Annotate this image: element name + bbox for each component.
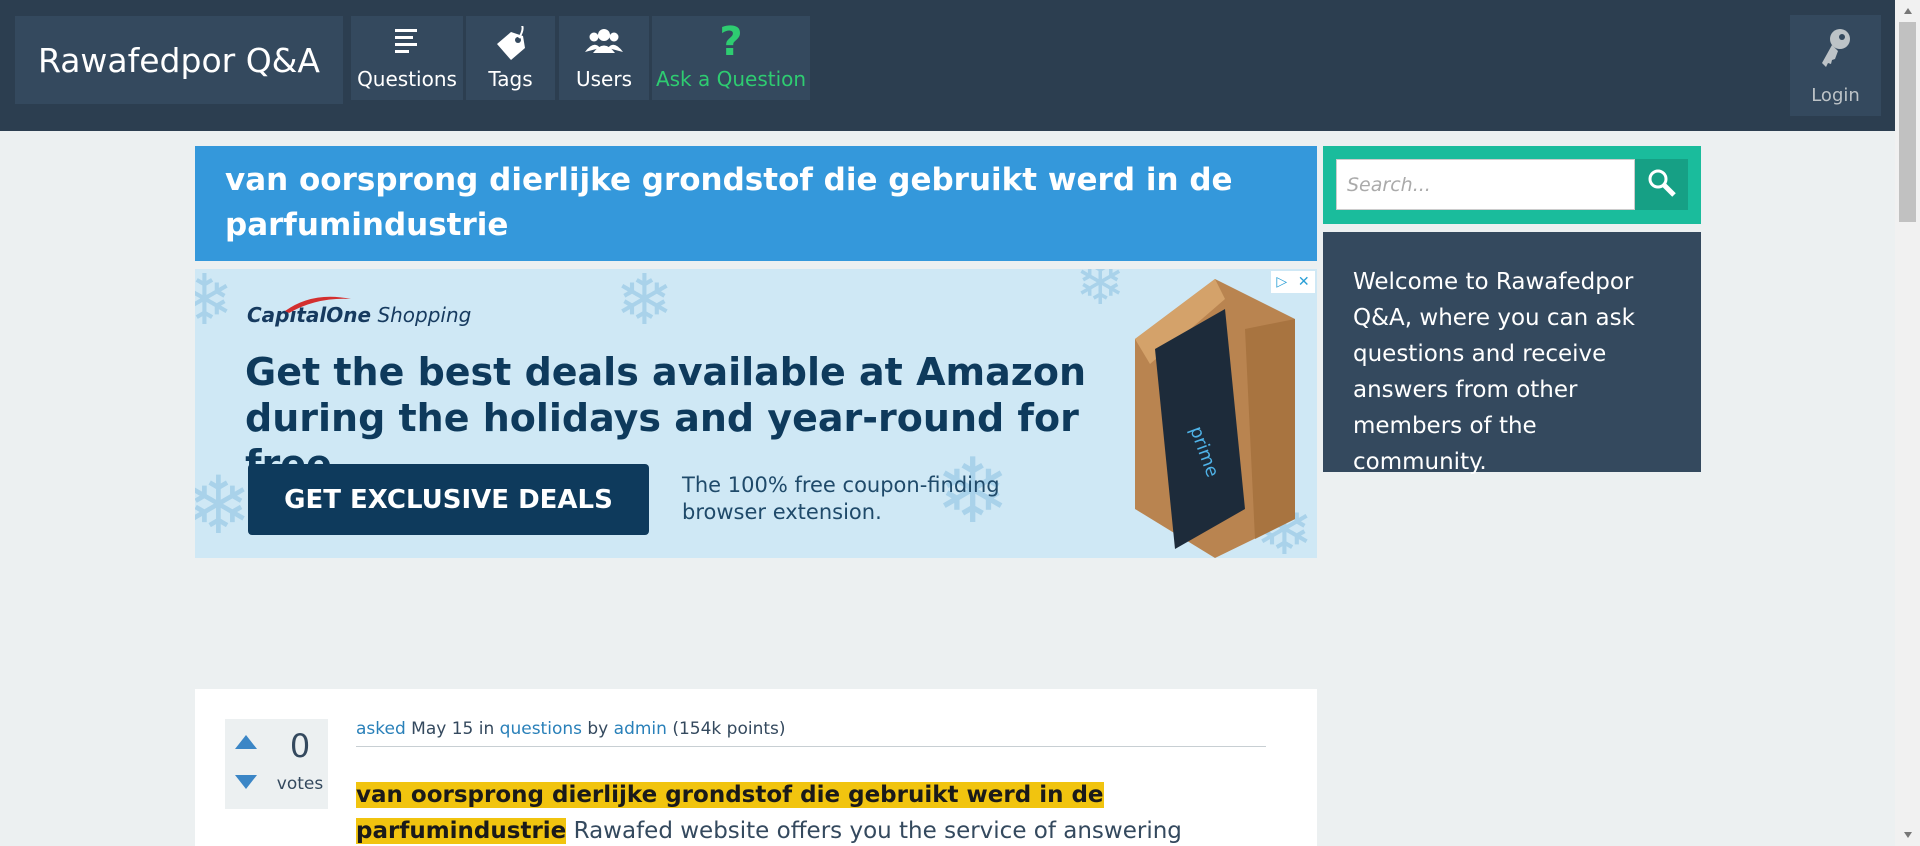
nav-tags-label: Tags: [488, 67, 533, 91]
meta-in: in: [478, 719, 495, 739]
login-button[interactable]: Login: [1790, 15, 1881, 116]
nav-ask-label: Ask a Question: [655, 67, 807, 91]
scroll-up-arrow-icon[interactable]: [1895, 2, 1920, 20]
ad-cta-button[interactable]: GET EXCLUSIVE DEALS: [248, 464, 649, 535]
key-icon: [1818, 27, 1854, 76]
vote-label: votes: [276, 774, 324, 794]
asked-date: May 15: [411, 719, 474, 739]
nav-ask-question[interactable]: ? Ask a Question: [652, 16, 810, 100]
scrollbar[interactable]: [1895, 0, 1920, 846]
list-icon: [392, 26, 422, 59]
close-icon[interactable]: ✕: [1298, 274, 1310, 290]
scroll-thumb[interactable]: [1899, 22, 1916, 222]
ad-brand-logo: CapitalOne Shopping: [247, 296, 471, 327]
vote-count: 0: [289, 727, 311, 765]
search-box: [1323, 146, 1701, 224]
vote-down-button[interactable]: [231, 771, 261, 793]
users-icon: [584, 26, 624, 61]
ad-subtext: The 100% free coupon-finding browser ext…: [682, 473, 1000, 524]
nav-users[interactable]: Users: [559, 16, 649, 100]
nav-questions-label: Questions: [357, 67, 457, 91]
question-mark-icon: ?: [719, 19, 743, 65]
arrow-down-icon: [235, 775, 257, 789]
nav-users-label: Users: [575, 67, 632, 91]
arrow-up-icon: [235, 735, 257, 749]
adchoices-icon[interactable]: ▷: [1276, 274, 1287, 290]
top-navbar: Rawafedpor Q&A Questions Tags Users ? As…: [0, 0, 1895, 131]
tag-icon: [491, 23, 531, 69]
login-label: Login: [1811, 85, 1860, 106]
asked-link[interactable]: asked: [356, 719, 406, 739]
vote-box: 0 votes: [225, 719, 328, 809]
nav-tags[interactable]: Tags: [466, 16, 555, 100]
search-button[interactable]: [1635, 159, 1688, 210]
question-body: van oorsprong dierlijke grondstof die ge…: [356, 777, 1266, 846]
ad-close-controls[interactable]: ▷ ✕: [1271, 271, 1315, 293]
author-link[interactable]: admin: [614, 719, 667, 739]
search-icon: [1647, 168, 1677, 202]
snowflake-icon: ❄: [195, 269, 234, 341]
vote-up-button[interactable]: [231, 731, 261, 753]
meta-by: by: [587, 719, 609, 739]
category-link[interactable]: questions: [500, 719, 582, 739]
welcome-box: Welcome to Rawafedpor Q&A, where you can…: [1323, 232, 1701, 475]
snowflake-icon: ❄: [195, 459, 253, 552]
question-meta: asked May 15 in questions by admin (154k…: [356, 719, 1266, 747]
page-title: van oorsprong dierlijke grondstof die ge…: [195, 146, 1317, 261]
advertisement[interactable]: ❄ ❄ ❄ ❄ ❄ ❄ CapitalOne Shopping Get the …: [195, 269, 1317, 558]
nav-questions[interactable]: Questions: [351, 16, 463, 100]
amazon-box-image: prime: [1095, 269, 1295, 558]
author-points: (154k points): [672, 719, 786, 739]
scroll-down-arrow-icon[interactable]: [1895, 826, 1920, 844]
snowflake-icon: ❄: [615, 269, 674, 341]
search-input[interactable]: [1336, 159, 1635, 210]
question-card: 0 votes asked May 15 in questions by adm…: [195, 689, 1317, 846]
site-logo[interactable]: Rawafedpor Q&A: [15, 16, 343, 104]
